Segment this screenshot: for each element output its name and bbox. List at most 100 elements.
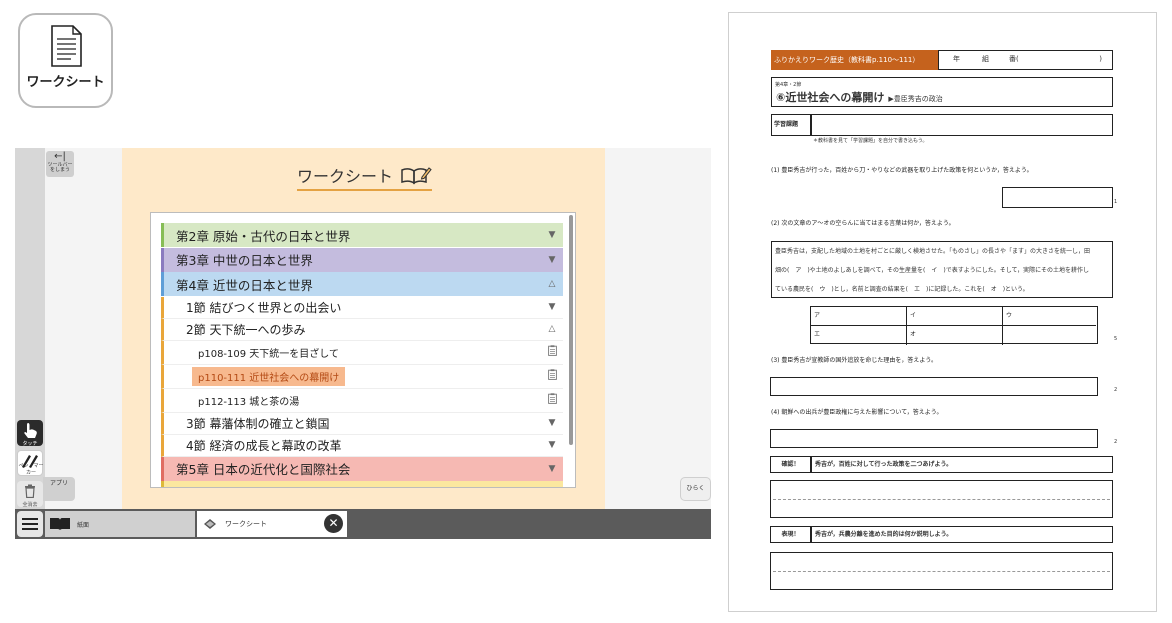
worksheet-app-label: ワークシート (26, 75, 105, 90)
toc-row-label-text: 第2章 原始・古代の日本と世界 (176, 228, 351, 244)
tab-worksheet[interactable]: ワークシート ✕ (197, 511, 347, 537)
doc-class-label: 組 (982, 55, 989, 63)
toc-row-label: 第2章 原始・古代の日本と世界 (176, 226, 541, 245)
hide-toolbar-arrow-icon: ←| (54, 151, 66, 162)
toc-row-label-text: 4節 経済の成長と幕政の改革 (186, 438, 342, 453)
document-icon (50, 25, 82, 67)
toc-row-label-text: 第3章 中世の日本と世界 (176, 253, 313, 268)
doc-dashed-line (773, 499, 1110, 500)
doc-close-paren: ) (1099, 55, 1102, 63)
worksheet-app-icon[interactable]: ワークシート (18, 13, 113, 108)
doc-question-3: (3) 豊臣秀吉が宣教師の国外追放を命じた理由を，答えよう。 (771, 357, 938, 364)
worksheet-doc-icon[interactable] (541, 393, 563, 407)
doc-q2-passage: 豊臣秀吉は，支配した地域の土地を村ごとに厳しく検地させた。「ものさし」の長さや「… (771, 241, 1113, 298)
toc-section-row[interactable]: 2節 天下統一への歩み △ (161, 318, 563, 341)
toc-chapter-row[interactable]: 第5章 日本の近代化と国際社会 ▼ (161, 456, 563, 481)
doc-confirm-answer-box (770, 480, 1113, 518)
toc-page-row[interactable]: p112-113 城と茶の湯 (161, 388, 563, 413)
chevron-up-icon[interactable]: △ (541, 279, 563, 289)
doc-express-answer-box (770, 552, 1113, 590)
toc-row-label: 第5章 日本の近代化と国際社会 (176, 459, 541, 478)
toc-chapter-row[interactable]: 第2章 原始・古代の日本と世界 ▼ (161, 223, 563, 247)
doc-q1-points: 1 (1114, 199, 1118, 205)
toc-page-row[interactable]: p110-111 近世社会への幕開け (161, 364, 563, 389)
toc-row-label-text: 2節 天下統一への歩み (186, 322, 306, 337)
chevron-down-icon[interactable]: ▼ (541, 255, 563, 265)
toc-row-label: 4節 経済の成長と幕政の改革 (186, 437, 541, 454)
doc-q3-answer-box (770, 377, 1098, 396)
chevron-down-icon[interactable]: ▼ (541, 418, 563, 428)
toc-row-label: 1節 結びつく世界との出会い (186, 299, 541, 316)
toc-row-label-text: 第4章 近世の日本と世界 (176, 277, 313, 293)
menu-button[interactable] (17, 511, 43, 537)
worksheet-doc-icon[interactable] (541, 345, 563, 359)
canvas-right-area (605, 148, 711, 509)
open-book-pencil-icon (401, 167, 432, 185)
chevron-down-icon[interactable]: ▼ (541, 230, 563, 240)
doc-theme-label: 学習課題 (771, 114, 811, 136)
doc-chapter-label: 第4章・2節 (775, 82, 802, 88)
touch-tool-button[interactable]: タッチ (17, 420, 43, 447)
doc-express-task: 秀吉が，兵農分離を進めた目的は何か説明しよう。 (811, 526, 1113, 543)
close-tab-button[interactable]: ✕ (324, 514, 343, 533)
toc-row-label: p108-109 天下統一を目ざして (198, 343, 541, 362)
hide-toolbar-button[interactable]: ←| ツールバーをしまう (46, 151, 74, 177)
toc-section-row[interactable]: 1節 結びつく世界との出会い ▼ (161, 296, 563, 319)
doc-q4-answer-box (770, 429, 1098, 448)
doc-q2-line: 豊臣秀吉は，支配した地域の土地を村ごとに厳しく検地させた。「ものさし」の長さや「… (775, 248, 1091, 255)
doc-q2-answer-grid: ア イ ウ エ オ (810, 306, 1098, 345)
doc-grid-cell: ウ (1003, 307, 1096, 326)
doc-q3-points: 2 (1114, 387, 1118, 393)
open-button-label: ひらく (686, 485, 705, 492)
clear-all-tool-button[interactable]: 全消去 (17, 481, 43, 508)
chevron-down-icon[interactable]: ▼ (541, 302, 563, 312)
toc-row-label-text: p112-113 城と茶の湯 (198, 396, 300, 408)
open-button[interactable]: ひらく (680, 477, 711, 501)
toc-row-label-text: p108-109 天下統一を目ざして (198, 348, 340, 360)
chevron-up-icon[interactable]: △ (541, 324, 563, 334)
hide-toolbar-caption: ツールバーをしまう (47, 162, 73, 173)
book-icon (50, 518, 70, 530)
doc-express-label: 表現！ (770, 526, 811, 543)
clear-all-caption: 全消去 (22, 502, 38, 508)
doc-question-1: (1) 豊臣秀吉が行った，百姓から刀・やりなどの武器を取り上げた政策を何というか… (771, 167, 1033, 174)
doc-grid-cell: イ (907, 307, 1003, 326)
table-of-contents[interactable]: 第2章 原始・古代の日本と世界 ▼ 第3章 中世の日本と世界 ▼ 第4章 近世の日本と世… (150, 212, 576, 488)
doc-lesson-title-text: ⑥近世社会への幕開け (776, 91, 885, 104)
trash-icon (25, 484, 35, 499)
toc-chapter-row[interactable]: 第3章 中世の日本と世界 ▼ (161, 247, 563, 272)
chevron-down-icon[interactable]: ▼ (541, 440, 563, 450)
toc-row-label-text: 第5章 日本の近代化と国際社会 (176, 462, 351, 477)
toc-row-label-text: p110-111 近世社会への幕開け (192, 366, 346, 386)
worksheet-doc-icon[interactable] (541, 369, 563, 383)
doc-year-label: 年 (953, 55, 960, 63)
panel-title-text: ワークシート (297, 167, 394, 186)
toc-section-row[interactable]: 4節 経済の成長と幕政の改革 ▼ (161, 434, 563, 457)
doc-grid-cell: ア (811, 307, 907, 326)
toc-chapter-row[interactable]: 第4章 近世の日本と世界 △ (161, 272, 563, 296)
toc-section-row[interactable]: 3節 幕藩体制の確立と鎖国 ▼ (161, 412, 563, 435)
toc-scrollbar[interactable] (569, 215, 573, 445)
toc-row-label: 2節 天下統一への歩み (186, 321, 541, 338)
menu-icon-line (22, 518, 38, 520)
pen-tool-caption: ペン・マーカー (18, 463, 44, 476)
app-button[interactable]: アプリ (43, 477, 75, 501)
doc-question-4: (4) 朝鮮への出兵が豊臣政権に与えた影響について，答えよう。 (771, 409, 943, 416)
tab-textbook[interactable]: 紙面 (45, 511, 195, 537)
close-icon: ✕ (328, 516, 339, 530)
canvas-left-area (45, 148, 122, 509)
pen-marker-tool-button[interactable]: ペン・マーカー (17, 450, 44, 476)
chevron-down-icon[interactable]: ▼ (541, 464, 563, 474)
menu-icon-line (22, 523, 38, 525)
tab-textbook-label: 紙面 (77, 521, 90, 529)
toc-page-row[interactable]: p108-109 天下統一を目ざして (161, 340, 563, 365)
doc-q2-line: ている農民を( ウ )とし，名前と調査の結果を( エ )に記録した。これを( オ… (775, 286, 1029, 293)
doc-lesson-title: ⑥近世社会への幕開け ▶豊臣秀吉の政治 (776, 89, 943, 105)
doc-header-title: ふりかえりワーク歴史（教科書p.110〜111） (771, 50, 938, 70)
doc-lesson-subtitle: ▶豊臣秀吉の政治 (888, 95, 943, 103)
doc-grid-cell: エ (811, 326, 907, 345)
touch-tool-caption: タッチ (22, 441, 38, 447)
menu-icon-line (22, 528, 38, 530)
toc-chapter-row[interactable] (161, 481, 563, 487)
toc-row-label: 3節 幕藩体制の確立と鎖国 (186, 415, 541, 432)
